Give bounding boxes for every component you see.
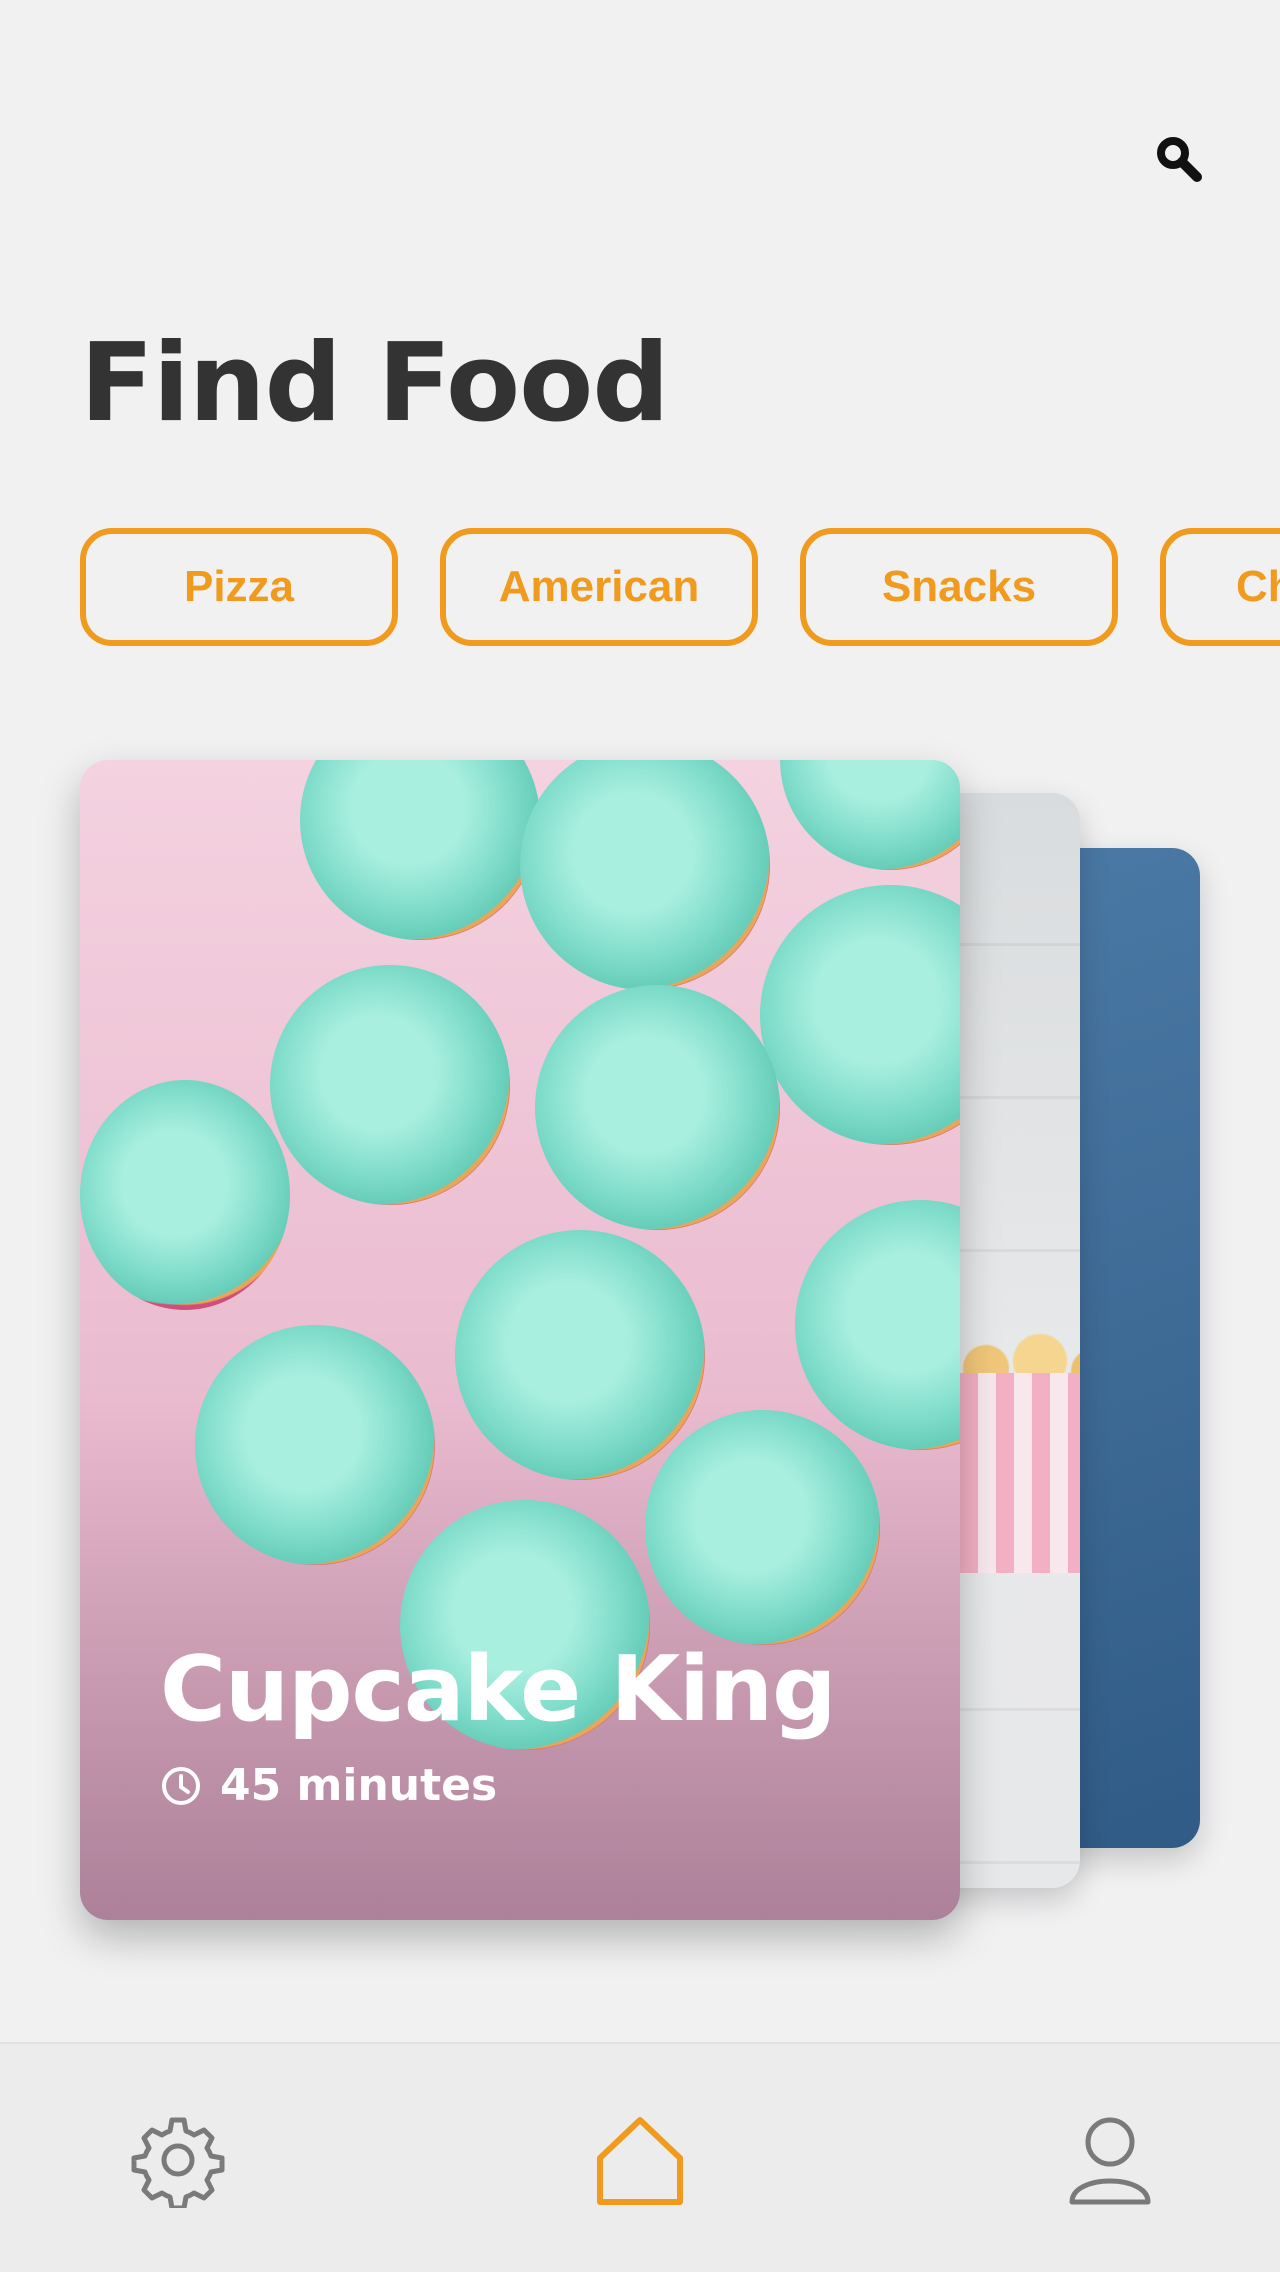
category-chip-snacks[interactable]: Snacks <box>800 528 1118 646</box>
search-icon <box>1157 137 1202 182</box>
category-chip-american[interactable]: American <box>440 528 758 646</box>
bottom-nav <box>0 2042 1280 2272</box>
screen: Find Food Pizza American Snacks Ch Cupcake … <box>0 0 1280 2272</box>
card-duration: 45 minutes <box>160 1760 497 1811</box>
search-button[interactable] <box>1150 130 1210 190</box>
category-chip-pizza[interactable]: Pizza <box>80 528 398 646</box>
category-chip-partial[interactable]: Ch <box>1160 528 1280 646</box>
card-title: Cupcake King <box>160 1637 837 1742</box>
nav-home[interactable] <box>590 2110 690 2210</box>
gear-icon <box>131 2117 225 2208</box>
user-icon <box>1069 2117 1151 2205</box>
nav-settings[interactable] <box>128 2110 228 2210</box>
recipe-card-featured[interactable]: Cupcake King 45 minutes <box>80 760 960 1920</box>
home-icon <box>597 2117 683 2205</box>
popcorn-bag-image <box>960 1373 1080 1573</box>
category-list[interactable]: Pizza American Snacks Ch <box>80 528 1280 648</box>
duration-text: 45 minutes <box>220 1760 498 1811</box>
page-title: Find Food <box>80 321 670 446</box>
clock-icon <box>162 1766 200 1805</box>
nav-profile[interactable] <box>1060 2110 1160 2210</box>
